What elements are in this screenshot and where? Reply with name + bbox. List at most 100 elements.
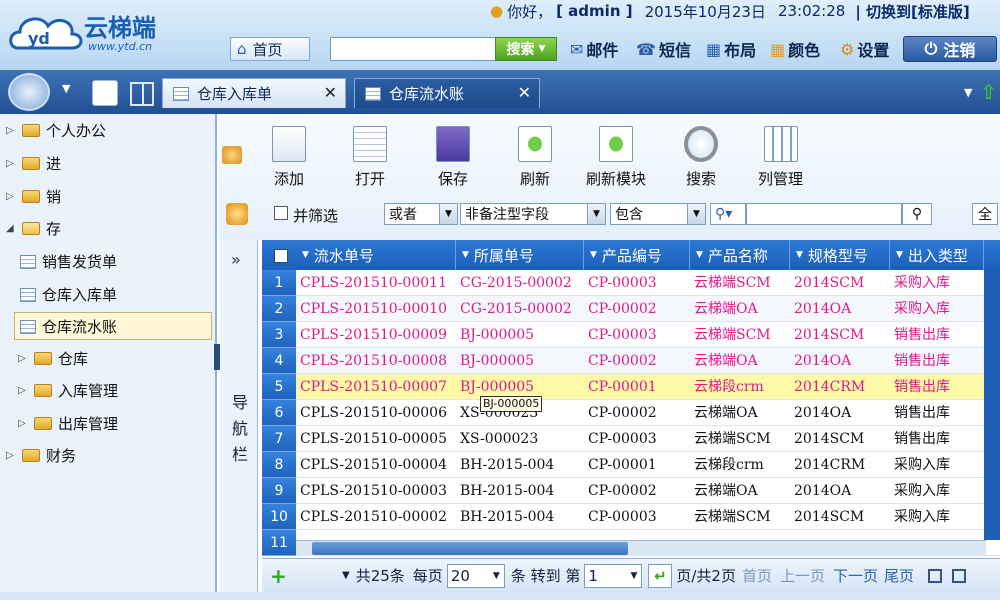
- tab-warehouse-ledger[interactable]: 仓库流水账 ✕: [354, 78, 540, 108]
- toolbar-menu-icon[interactable]: [222, 146, 242, 164]
- filter-value-input[interactable]: [746, 203, 902, 225]
- chevron-down-icon[interactable]: ▼: [342, 570, 350, 581]
- layout-button[interactable]: ▦ 布局: [706, 37, 756, 61]
- row-number[interactable]: 3: [262, 322, 296, 348]
- horizontal-scrollbar[interactable]: [296, 540, 986, 556]
- column-management-button[interactable]: 列管理: [758, 126, 803, 189]
- expand-icon[interactable]: ▷: [6, 450, 16, 461]
- vertical-scrollbar[interactable]: [984, 270, 1000, 540]
- sidebar-item-sales-delivery[interactable]: 销售发货单: [20, 251, 117, 272]
- and-filter-checkbox[interactable]: [274, 206, 288, 220]
- open-button[interactable]: 打开: [353, 126, 387, 189]
- settings-button[interactable]: ⚙ 设置: [840, 37, 889, 61]
- chevron-down-icon: ▼: [687, 204, 705, 224]
- row-number[interactable]: 8: [262, 452, 296, 478]
- search-button[interactable]: 搜索 ▼: [495, 37, 557, 61]
- sidebar-item-inbound-management[interactable]: ▷ 入库管理: [18, 380, 118, 401]
- add-button[interactable]: 添加: [272, 126, 306, 189]
- edit-icon[interactable]: [92, 80, 118, 106]
- prev-page-link[interactable]: 上一页: [780, 565, 825, 586]
- switch-edition-link[interactable]: | 切换到[标准版]: [855, 1, 969, 22]
- expand-icon[interactable]: ▷: [18, 418, 28, 429]
- filter-search-button[interactable]: ⚲: [902, 203, 932, 225]
- start-menu-chevron-icon[interactable]: ▼: [62, 82, 70, 95]
- sidebar-item-sales[interactable]: ▷ 销: [6, 186, 61, 207]
- start-menu-icon[interactable]: [8, 73, 50, 111]
- tab-list-chevron-icon[interactable]: ▼: [964, 86, 972, 99]
- sidebar-item-finance[interactable]: ▷ 财务: [6, 445, 76, 466]
- global-search-input[interactable]: [330, 37, 496, 61]
- go-button[interactable]: ↵: [648, 563, 673, 588]
- expand-icon[interactable]: ▷: [6, 158, 16, 169]
- last-page-link[interactable]: 尾页: [884, 565, 914, 586]
- row-number[interactable]: 10: [262, 504, 296, 530]
- column-header[interactable]: 流水单号: [296, 240, 456, 270]
- expand-icon[interactable]: ▷: [6, 125, 16, 136]
- sidebar-item-warehouse-inbound[interactable]: 仓库入库单: [20, 284, 117, 305]
- row-number[interactable]: 11: [262, 530, 296, 556]
- column-header[interactable]: 所属单号: [456, 240, 584, 270]
- expand-icon[interactable]: ▷: [18, 353, 28, 364]
- table-cell: 采购入库: [894, 275, 950, 291]
- username[interactable]: [ admin ]: [556, 2, 632, 20]
- row-number[interactable]: 9: [262, 478, 296, 504]
- next-page-link[interactable]: 下一页: [833, 565, 878, 586]
- logic-select[interactable]: 或者 ▼: [384, 203, 458, 225]
- row-number[interactable]: 7: [262, 426, 296, 452]
- color-button[interactable]: ▦ 颜色: [770, 37, 820, 61]
- add-row-icon[interactable]: +: [270, 564, 310, 588]
- page-select[interactable]: 1 ▼: [584, 563, 643, 588]
- first-page-link[interactable]: 首页: [742, 565, 772, 586]
- layout-icon: ▦: [706, 39, 722, 59]
- close-icon[interactable]: ✕: [324, 83, 337, 102]
- chevron-down-icon: ▼: [439, 204, 457, 224]
- column-header[interactable]: 产品名称: [690, 240, 790, 270]
- magnifier-icon: ⚲: [911, 206, 923, 222]
- sidebar-item-label: 仓库: [58, 350, 89, 368]
- layout-toggle-icon[interactable]: [928, 568, 943, 583]
- expand-icon[interactable]: ▷: [18, 385, 28, 396]
- mail-button[interactable]: ✉ 邮件: [570, 37, 618, 61]
- field-value: 非备注型字段: [465, 207, 549, 223]
- refresh-module-button[interactable]: 刷新模块: [586, 126, 646, 189]
- sidebar-item-purchase[interactable]: ▷ 进: [6, 153, 61, 174]
- expand-sidebar-button[interactable]: »: [231, 250, 241, 269]
- row-number[interactable]: 5: [262, 374, 296, 400]
- refresh-button[interactable]: 刷新: [518, 126, 552, 189]
- grid-toggle-icon[interactable]: [952, 568, 967, 583]
- sidebar-splitter-handle[interactable]: [214, 344, 220, 370]
- collapse-icon[interactable]: ◢: [6, 223, 16, 234]
- per-page-select[interactable]: 20 ▼: [446, 563, 505, 588]
- row-number[interactable]: 6: [262, 400, 296, 426]
- row-number[interactable]: 2: [262, 296, 296, 322]
- sidebar-item-inventory[interactable]: ◢ 存: [6, 218, 61, 239]
- search-type-dropdown[interactable]: ⚲▾: [710, 203, 746, 225]
- expand-icon[interactable]: ▷: [6, 191, 16, 202]
- home-button[interactable]: ⌂ 首页: [230, 37, 310, 61]
- field-select[interactable]: 非备注型字段 ▼: [460, 203, 606, 225]
- tab-warehouse-inbound[interactable]: 仓库入库单 ✕: [162, 78, 346, 108]
- sidebar-item-warehouse-ledger[interactable]: 仓库流水账: [20, 316, 117, 337]
- table-cell: BH-2015-004: [460, 483, 555, 499]
- select-all-button[interactable]: 全: [972, 203, 998, 225]
- logout-button[interactable]: ⏻ 注销: [903, 36, 997, 62]
- sidebar-item-warehouse[interactable]: ▷ 仓库: [18, 348, 88, 369]
- operator-select[interactable]: 包含 ▼: [610, 203, 706, 225]
- close-icon[interactable]: ✕: [518, 83, 531, 102]
- sms-button[interactable]: ☎ 短信: [636, 37, 691, 61]
- table-cell: 销售出库: [894, 405, 950, 421]
- column-header[interactable]: 出入类型: [890, 240, 984, 270]
- select-all-rows-checkbox[interactable]: [274, 249, 288, 263]
- arrow-up-icon[interactable]: ⇧: [980, 80, 997, 104]
- column-header[interactable]: 产品编号: [584, 240, 690, 270]
- horizontal-scroll-thumb[interactable]: [312, 542, 628, 555]
- sidebar-item-outbound-management[interactable]: ▷ 出库管理: [18, 413, 118, 434]
- grid-view-icon[interactable]: [130, 82, 154, 106]
- save-button[interactable]: 保存: [436, 126, 470, 189]
- row-number[interactable]: 1: [262, 270, 296, 296]
- sidebar-item-personal-office[interactable]: ▷ 个人办公: [6, 120, 106, 141]
- search-tool-button[interactable]: 搜索: [684, 126, 718, 189]
- column-header[interactable]: 规格型号: [790, 240, 890, 270]
- filter-settings-icon[interactable]: [226, 203, 248, 225]
- row-number[interactable]: 4: [262, 348, 296, 374]
